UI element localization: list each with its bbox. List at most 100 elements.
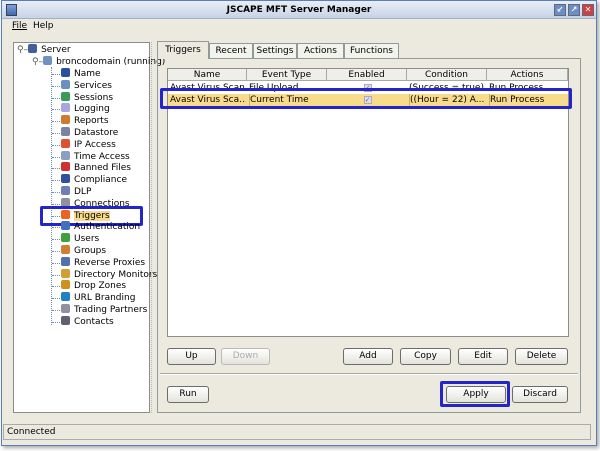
column-header[interactable]: Actions (487, 69, 568, 81)
tree-line (52, 298, 60, 300)
tree-line (52, 239, 60, 241)
tree-line (52, 321, 60, 323)
person-icon (61, 68, 70, 77)
menu-file[interactable]: File (12, 21, 27, 31)
server-icon (28, 44, 38, 53)
tree-item-name[interactable]: Name (61, 68, 101, 80)
tree-item-label: URL Branding (74, 293, 136, 304)
tab-settings[interactable]: Settings (253, 43, 297, 58)
tree-root[interactable]: ⚲– Server (17, 44, 71, 56)
tree-item-logging[interactable]: Logging (61, 103, 110, 115)
tree-item-label: Authentication (74, 222, 141, 233)
tree-item-label: Trading Partners (74, 305, 148, 315)
groups-icon (61, 245, 70, 254)
drop-zones-icon (61, 280, 70, 290)
tree-item-users[interactable]: Users (61, 233, 99, 245)
tree-item-sessions[interactable]: Sessions (61, 91, 113, 104)
tree-item-directory-monitors[interactable]: Directory Monitors (61, 268, 158, 281)
tree-line (52, 156, 60, 158)
tree-item-compliance[interactable]: Compliance (61, 174, 127, 186)
tree-item-trading-partners[interactable]: Trading Partners (61, 304, 147, 316)
tree-line (52, 109, 60, 111)
tree-item-reverse-proxies[interactable]: Reverse Proxies (61, 256, 146, 269)
tree-item-ip-access[interactable]: IP Access (61, 138, 116, 151)
tree-line (52, 180, 60, 182)
logging-icon (61, 103, 70, 113)
tree-item-groups[interactable]: Groups (61, 245, 106, 257)
tree-item-label: Users (74, 234, 100, 245)
tree-line (52, 121, 60, 123)
up-button[interactable]: Up (167, 348, 216, 365)
edit-button[interactable]: Edit (458, 348, 508, 365)
down-button[interactable]: Down (221, 348, 270, 365)
apply-highlight-box (440, 381, 510, 407)
tree-line (52, 168, 60, 170)
tree-item-dlp[interactable]: DLP (61, 186, 91, 198)
tab-functions[interactable]: Functions (344, 43, 399, 58)
tree-item-datastore[interactable]: Datastore (61, 127, 118, 139)
close-icon[interactable]: ✕ (582, 4, 594, 16)
discard-button[interactable]: Discard (512, 386, 568, 403)
tree-item-label: Directory Monitors (74, 269, 158, 280)
column-header[interactable]: Condition (407, 69, 487, 81)
minimize-icon[interactable]: ↙ (554, 4, 566, 16)
server-tree[interactable]: ⚲– Server ⚲– broncodomain (running) Name Se… (13, 42, 165, 413)
url-branding-icon (61, 292, 70, 302)
tree-line (52, 227, 60, 229)
tree-item-label: IP Access (74, 139, 116, 150)
time-access-icon (61, 150, 70, 160)
separator (160, 373, 578, 375)
tree-domain-label: broncodomain (running) (56, 57, 166, 67)
copy-button[interactable]: Copy (400, 348, 451, 365)
authentication-icon (61, 221, 70, 231)
tab-recent[interactable]: Recent (209, 43, 253, 58)
tree-item-label: Banned Files (74, 163, 131, 174)
column-header[interactable]: Enabled (327, 69, 407, 81)
ip-access-icon (61, 138, 70, 148)
tree-item-label: Services (74, 80, 112, 91)
contacts-icon (61, 315, 70, 325)
sessions-icon (61, 91, 70, 101)
reports-icon (61, 115, 70, 125)
app-icon (6, 4, 17, 16)
tree-item-url-branding[interactable]: URL Branding (61, 292, 135, 304)
tree-item-label: Compliance (74, 175, 127, 186)
tree-line (52, 286, 60, 288)
splitter[interactable] (151, 42, 156, 413)
tree-item-label: Reverse Proxies (74, 257, 146, 268)
tree-item-contacts[interactable]: Contacts (61, 315, 114, 328)
tree-line (52, 262, 60, 264)
tree-item-label: Drop Zones (74, 281, 127, 292)
datastore-icon (61, 127, 70, 136)
users-icon (61, 233, 70, 243)
directory-monitors-icon (61, 268, 70, 278)
title-bar: JSCAPE MFT Server Manager ↙ ↗ ✕ (2, 1, 596, 19)
tree-item-banned-files[interactable]: Banned Files (61, 162, 131, 174)
add-button[interactable]: Add (343, 348, 393, 365)
tree-line (52, 74, 60, 75)
column-header[interactable]: Name (168, 69, 247, 81)
compliance-icon (61, 174, 70, 184)
tree-item-label: Contacts (74, 316, 114, 327)
tree-item-reports[interactable]: Reports (61, 115, 109, 127)
tree-line (52, 310, 60, 311)
window-title: JSCAPE MFT Server Manager (226, 5, 372, 15)
tree-line (52, 203, 60, 205)
run-button[interactable]: Run (167, 386, 209, 403)
delete-button[interactable]: Delete (515, 348, 568, 365)
tree-line (52, 97, 60, 99)
tree-item-label: Time Access (74, 151, 130, 162)
maximize-icon[interactable]: ↗ (568, 4, 580, 16)
tab-triggers[interactable]: Triggers (157, 41, 209, 59)
tab-actions[interactable]: Actions (297, 43, 344, 58)
menu-bar: File Help (2, 19, 596, 35)
row-highlight-box (160, 88, 572, 109)
menu-help[interactable]: Help (33, 21, 54, 31)
column-header[interactable]: Event Type (247, 69, 327, 81)
tree-item-authentication[interactable]: Authentication (61, 221, 140, 233)
tree-item-services[interactable]: Services (61, 79, 112, 92)
tree-item-time-access[interactable]: Time Access (61, 150, 130, 163)
tree-item-label: Name (74, 69, 101, 79)
banned-files-icon (61, 162, 70, 172)
tree-item-drop-zones[interactable]: Drop Zones (61, 280, 126, 292)
